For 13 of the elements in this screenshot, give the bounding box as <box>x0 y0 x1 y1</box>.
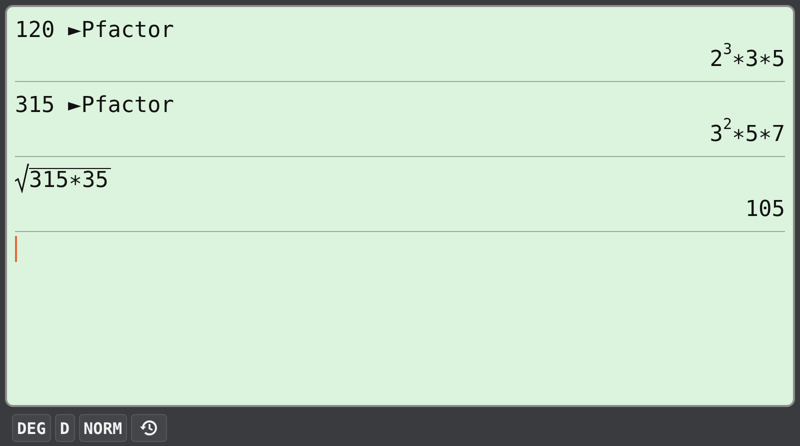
result-value: 2$^{3}$∗3∗5 <box>710 43 785 74</box>
result-value: 105 <box>745 196 785 224</box>
mode-button[interactable]: NORM <box>78 414 128 442</box>
input-expression: 120 ►Pfactor <box>15 18 174 43</box>
mode-button[interactable]: DEG <box>12 414 51 442</box>
history-icon <box>139 418 160 438</box>
mode-button[interactable]: D <box>54 414 75 442</box>
square-root-icon <box>15 163 29 193</box>
history-button[interactable] <box>131 414 168 442</box>
text-cursor <box>15 236 17 262</box>
input-expression: 315∗35 <box>29 168 112 193</box>
input-expression: 315 ►Pfactor <box>15 93 174 118</box>
result-value: 3$^{2}$∗5∗7 <box>710 118 785 149</box>
